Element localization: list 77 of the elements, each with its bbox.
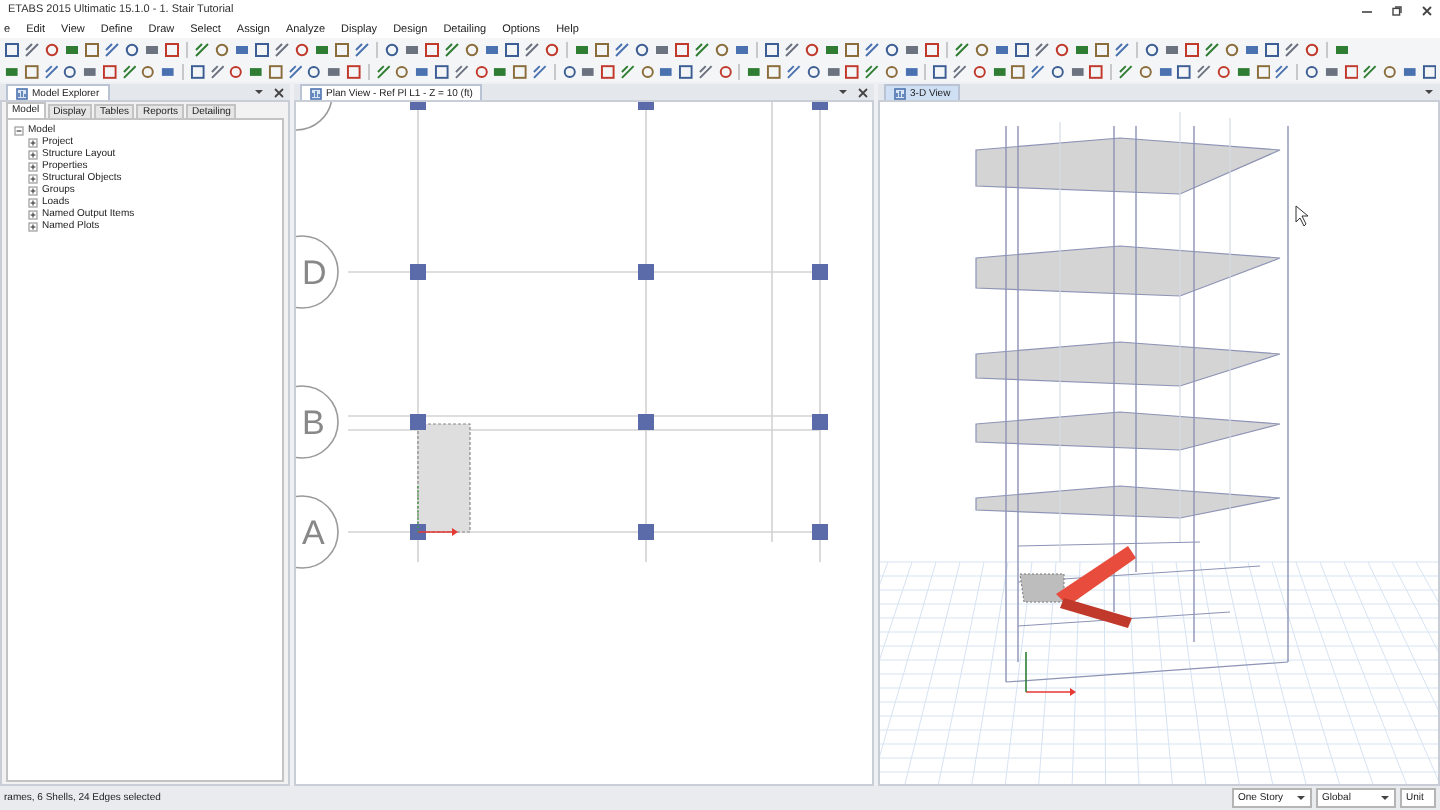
toolbar-icon[interactable] bbox=[1034, 41, 1050, 57]
collapse-icon[interactable] bbox=[14, 125, 24, 135]
expand-icon[interactable] bbox=[28, 197, 38, 207]
column-marker bbox=[638, 102, 654, 110]
toolbar-icon[interactable] bbox=[864, 41, 880, 57]
toolbar-icon[interactable] bbox=[864, 63, 880, 79]
view-icon bbox=[16, 87, 28, 99]
dropdown-arrow-icon[interactable] bbox=[1296, 794, 1306, 802]
toolbar-icon[interactable] bbox=[444, 41, 460, 57]
toolbar-icon[interactable] bbox=[375, 63, 391, 79]
minimize-icon[interactable] bbox=[1362, 5, 1372, 15]
toolbar-icon[interactable] bbox=[354, 41, 370, 57]
toolbar-icon[interactable] bbox=[694, 41, 710, 57]
restore-icon[interactable] bbox=[1392, 5, 1402, 15]
column-marker bbox=[638, 264, 654, 280]
toolbar-icon[interactable] bbox=[1118, 63, 1134, 79]
toolbar-icon[interactable] bbox=[1362, 63, 1379, 79]
expand-icon[interactable] bbox=[28, 221, 38, 231]
dropdown-arrow-icon[interactable] bbox=[1380, 794, 1390, 802]
toolbar-icon[interactable] bbox=[619, 63, 636, 79]
close-icon[interactable] bbox=[274, 87, 284, 97]
close-icon[interactable] bbox=[1422, 5, 1432, 15]
close-icon[interactable] bbox=[858, 87, 868, 97]
toolbar-icon[interactable] bbox=[274, 41, 290, 57]
grid-label: A bbox=[302, 514, 325, 552]
toolbar-icon[interactable] bbox=[524, 41, 540, 57]
view-icon bbox=[310, 87, 322, 99]
toolbar-icon[interactable] bbox=[1114, 41, 1130, 57]
toolbar-icon[interactable] bbox=[614, 41, 630, 57]
toolbar-icon[interactable] bbox=[954, 41, 970, 57]
stair-opening bbox=[417, 423, 471, 533]
toolbar-icon[interactable] bbox=[1030, 63, 1046, 79]
toolbar-icon[interactable] bbox=[453, 63, 470, 79]
column-marker bbox=[812, 102, 828, 110]
column-marker bbox=[410, 102, 426, 110]
grid-bubble bbox=[296, 385, 339, 459]
dropdown-arrow-icon[interactable] bbox=[838, 88, 848, 96]
expand-icon[interactable] bbox=[28, 161, 38, 171]
grid-bubble bbox=[296, 495, 339, 569]
toolbar-icon[interactable] bbox=[697, 63, 714, 79]
toolbar-icon[interactable] bbox=[1284, 41, 1300, 57]
toolbar-icon[interactable] bbox=[43, 63, 59, 79]
toolbar-icon[interactable] bbox=[784, 41, 800, 57]
column-marker bbox=[812, 524, 828, 540]
column-marker bbox=[638, 414, 654, 430]
toolbar-icon[interactable] bbox=[287, 63, 303, 79]
grid-bubble bbox=[296, 235, 339, 309]
toolbar-icon[interactable] bbox=[785, 63, 802, 79]
column-marker bbox=[638, 524, 654, 540]
toolbar-icon[interactable] bbox=[1196, 63, 1212, 79]
view-icon bbox=[894, 87, 906, 99]
toolbar-icon[interactable] bbox=[952, 63, 968, 79]
dropdown-arrow-icon[interactable] bbox=[254, 88, 264, 96]
column-marker bbox=[410, 414, 426, 430]
toolbar-icon[interactable] bbox=[104, 41, 120, 57]
toolbar-icon[interactable] bbox=[1274, 63, 1291, 79]
expand-icon[interactable] bbox=[28, 173, 38, 183]
column-marker bbox=[410, 524, 426, 540]
expand-icon[interactable] bbox=[28, 149, 38, 159]
axis-drawing bbox=[417, 485, 458, 536]
toolbar-icon[interactable] bbox=[209, 63, 225, 79]
expand-icon[interactable] bbox=[28, 137, 38, 147]
toolbar-icon[interactable] bbox=[121, 63, 137, 79]
toolbar-icon[interactable] bbox=[194, 41, 210, 57]
column-marker bbox=[812, 414, 828, 430]
mouse-cursor-icon bbox=[1295, 205, 1309, 227]
grid-label: D bbox=[302, 254, 327, 292]
dropdown-arrow-icon[interactable] bbox=[1424, 88, 1434, 96]
expand-icon[interactable] bbox=[28, 209, 38, 219]
grid-label: B bbox=[302, 404, 325, 442]
column-marker bbox=[410, 264, 426, 280]
toolbar-icon[interactable] bbox=[1204, 41, 1220, 57]
expand-icon[interactable] bbox=[28, 185, 38, 195]
grid-bubble bbox=[296, 102, 333, 131]
column-marker bbox=[812, 264, 828, 280]
toolbar-icon[interactable] bbox=[531, 63, 548, 79]
toolbar-icon[interactable] bbox=[24, 41, 40, 57]
